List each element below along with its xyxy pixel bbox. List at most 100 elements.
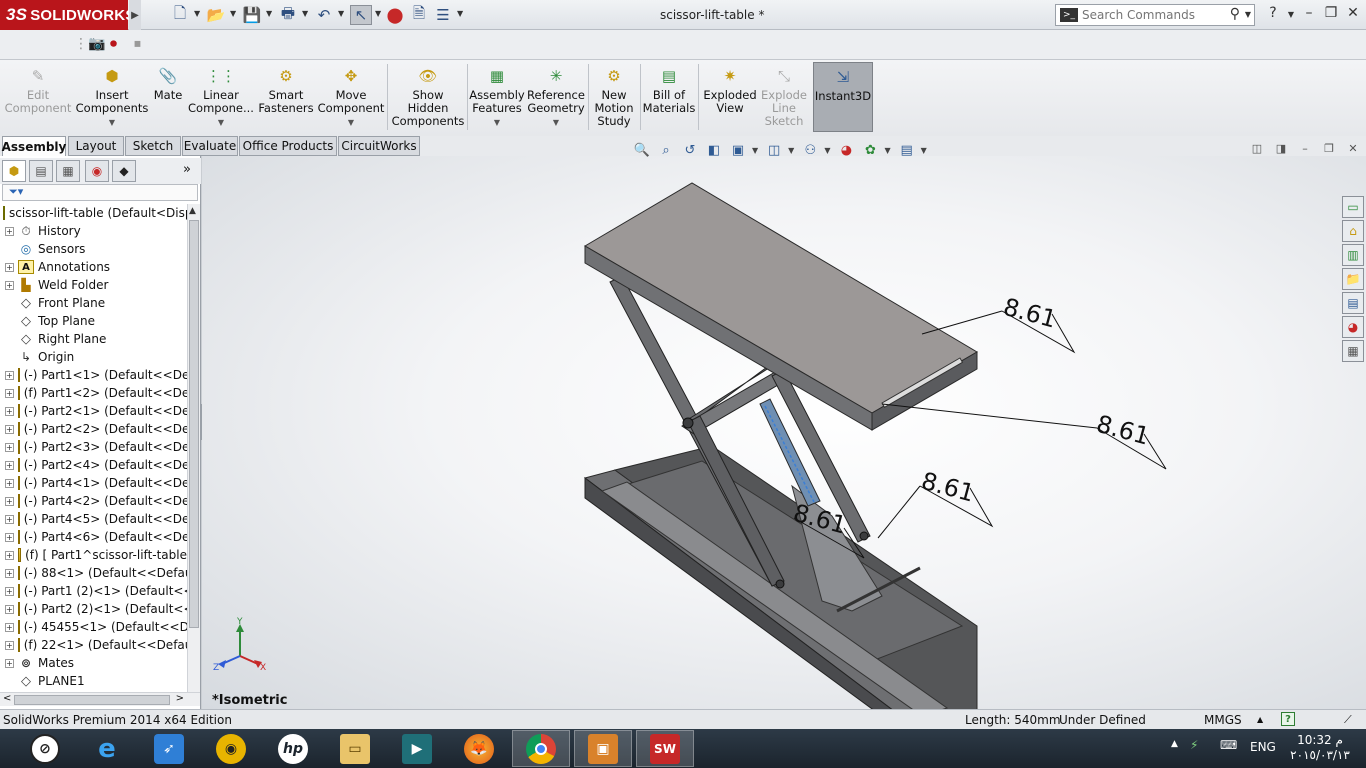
unit-system-dropdown-icon[interactable]: ▲ [1257, 715, 1263, 724]
quick-tips-icon[interactable]: ? [1281, 712, 1295, 726]
taskbar-firefox[interactable]: 🦊 [450, 730, 508, 767]
new-dropdown-icon[interactable]: ▼ [194, 9, 200, 18]
tree-item[interactable]: + ▙ Weld Folder [0, 276, 187, 294]
display-style-dropdown-icon[interactable]: ▼ [824, 146, 830, 155]
zoom-to-fit-icon[interactable]: 🔍 [632, 141, 652, 159]
tab-sketch[interactable]: Sketch [125, 136, 181, 156]
scroll-thumb-horizontal[interactable] [14, 695, 170, 705]
tree-item[interactable]: ◇ Top Plane [0, 312, 187, 330]
show-hidden-components-button[interactable]: 👁 Show Hidden Components [390, 62, 466, 134]
solidworks-resources-icon[interactable]: ▭ [1342, 196, 1364, 218]
new-motion-study-button[interactable]: ⚙ New Motion Study [590, 62, 638, 134]
tree-item[interactable]: + (-) Part2<1> (Default<<Def [0, 402, 187, 420]
tab-assembly[interactable]: Assembly [2, 136, 66, 156]
taskbar-solidworks[interactable]: SW [636, 730, 694, 767]
network-icon[interactable]: ⚡ [1190, 738, 1198, 752]
select-dropdown-icon[interactable]: ▼ [375, 9, 381, 18]
graphics-area[interactable]: 8.61 8.61 8.61 8.61 [202, 156, 1366, 709]
expand-icon[interactable]: + [5, 370, 14, 380]
taskbar-hp[interactable]: hp [264, 730, 322, 767]
annotation-dropdown-icon[interactable]: ▼ [752, 146, 758, 155]
save-icon[interactable]: 💾 [243, 5, 262, 25]
appearances-icon[interactable]: ◕ [1342, 316, 1364, 338]
view-orientation-icon[interactable]: ◫ [764, 141, 784, 159]
orientation-dropdown-icon[interactable]: ▼ [788, 146, 794, 155]
tree-item[interactable]: ↳ Origin [0, 348, 187, 366]
tree-item[interactable]: + ⊚ Mates [0, 654, 187, 672]
tree-item[interactable]: + (-) Part1<1> (Default<<Def [0, 366, 187, 384]
expand-icon[interactable]: + [5, 406, 14, 416]
expand-icon[interactable]: + [5, 514, 14, 524]
edit-component-button[interactable]: ✎ Edit Component [4, 62, 72, 134]
hide-show-items-icon[interactable]: ◕ [836, 141, 856, 159]
options-dropdown-icon[interactable]: ▼ [457, 9, 463, 18]
model-view[interactable]: 8.61 8.61 8.61 8.61 [202, 156, 1366, 709]
tree-item[interactable]: + (-) Part1 (2)<1> (Default<< [0, 582, 187, 600]
design-library-icon[interactable]: ▥ [1342, 244, 1364, 266]
insert-components-dropdown-icon[interactable]: ▼ [109, 116, 115, 129]
taskbar-video[interactable]: ▶ [388, 730, 446, 767]
custom-properties-icon[interactable]: ▦ [1342, 340, 1364, 362]
search-commands[interactable]: >_ ⚲ ▼ [1055, 4, 1255, 26]
scroll-left-icon[interactable]: < [3, 693, 11, 704]
tree-item[interactable]: + (f) [ Part1^scissor-lift-table [0, 546, 187, 564]
reference-geometry-dropdown-icon[interactable]: ▼ [553, 116, 559, 129]
tree-item[interactable]: + (-) Part4<2> (Default<<Def [0, 492, 187, 510]
tree-item[interactable]: ◇ PLANE1 [0, 672, 187, 690]
taskbar-chrome[interactable] [512, 730, 570, 767]
expand-icon[interactable]: + [5, 604, 14, 614]
smart-fasteners-button[interactable]: ⚙ Smart Fasteners [256, 62, 316, 134]
annotation-value[interactable]: 8.61 [1093, 410, 1152, 451]
taskbar-explorer[interactable]: ▭ [326, 730, 384, 767]
expand-icon[interactable]: + [5, 262, 14, 272]
annotation-value[interactable]: 8.61 [918, 467, 977, 508]
show-hidden-icons-icon[interactable]: ▲ [1171, 739, 1178, 749]
reference-geometry-button[interactable]: ✳ Reference Geometry ▼ [526, 62, 586, 134]
expand-icon[interactable]: + [5, 478, 14, 488]
tab-evaluate[interactable]: Evaluate [182, 136, 238, 156]
search-dropdown-icon[interactable]: ▼ [1245, 10, 1251, 19]
dynamic-annotation-icon[interactable]: ▣ [728, 141, 748, 159]
insert-components-button[interactable]: ⬢ Insert Components ▼ [76, 62, 149, 134]
tree-item[interactable]: + (-) Part4<6> (Default<<Def [0, 528, 187, 546]
close-icon[interactable]: ✕ [1342, 5, 1364, 21]
panel-expand-icon[interactable]: » [183, 162, 191, 177]
solidworks-logo[interactable]: 3S SOLIDWORKS [0, 0, 135, 30]
expand-icon[interactable]: + [5, 424, 14, 434]
expand-icon[interactable]: + [5, 640, 14, 650]
options-icon[interactable]: ☰ [434, 5, 452, 25]
tree-item[interactable]: + (-) 88<1> (Default<<Defau [0, 564, 187, 582]
tree-item[interactable]: + ⏱ History [0, 222, 187, 240]
tree-item[interactable]: ◇ Front Plane [0, 294, 187, 312]
feature-manager-tab-icon[interactable]: ⬢ [2, 160, 26, 182]
select-pointer-icon[interactable]: ↖ [350, 5, 372, 25]
file-explorer-pane-icon[interactable]: 📁 [1342, 268, 1364, 290]
expand-icon[interactable]: + [5, 388, 14, 398]
assembly-features-dropdown-icon[interactable]: ▼ [494, 116, 500, 129]
scene-dropdown-icon[interactable]: ▼ [921, 146, 927, 155]
rebuild-traffic-light-icon[interactable]: ⬤ [387, 5, 404, 25]
bill-of-materials-button[interactable]: ▤ Bill of Materials [642, 62, 696, 134]
edit-appearance-icon[interactable]: ✿ [860, 141, 880, 159]
previous-view-icon[interactable]: ↺ [680, 141, 700, 159]
zoom-to-area-icon[interactable]: ⌕ [656, 141, 676, 159]
expand-icon[interactable]: + [5, 532, 14, 542]
keyboard-icon[interactable]: ⌨ [1220, 738, 1237, 752]
doc-minimize-icon[interactable]: – [1296, 142, 1314, 155]
new-document-icon[interactable]: 🗋 [171, 4, 189, 25]
language-indicator[interactable]: ENG [1250, 740, 1276, 754]
tree-item[interactable]: + (-) Part2 (2)<1> (Default<< [0, 600, 187, 618]
system-clock[interactable]: 10:32 م ٢٠١٥/٠٣/١٣ [1290, 733, 1350, 763]
exploded-view-button[interactable]: ✷ Exploded View [700, 62, 760, 134]
unit-system[interactable]: MMGS [1204, 713, 1242, 727]
taskbar-package[interactable]: ▣ [574, 730, 632, 767]
taskbar-rocket[interactable]: ➶ [140, 730, 198, 767]
search-icon[interactable]: ⚲ [1230, 6, 1240, 22]
menu-expand-icon[interactable]: ▶ [129, 0, 141, 30]
tree-item[interactable]: + (f) Part1<2> (Default<<Def [0, 384, 187, 402]
print-icon[interactable]: 🖶 [279, 4, 297, 25]
save-dropdown-icon[interactable]: ▼ [266, 9, 272, 18]
tree-item[interactable]: + (-) 45455<1> (Default<<De [0, 618, 187, 636]
tree-filter[interactable]: ⏷▾ [2, 184, 198, 201]
expand-icon[interactable]: + [5, 658, 14, 668]
